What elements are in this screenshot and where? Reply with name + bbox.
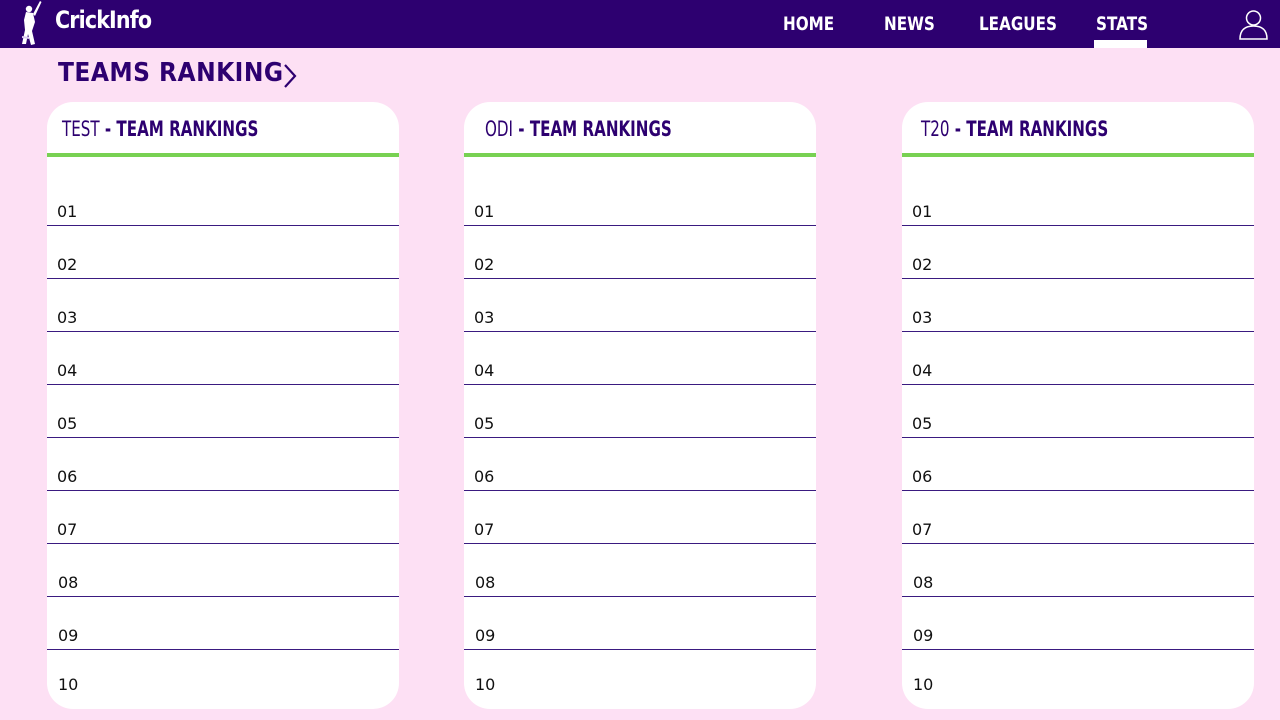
t20-rankings-card: T20 - TEAM RANKINGS 01 02 03 04 05 06 07… bbox=[902, 102, 1254, 709]
rank-row[interactable]: 03 bbox=[47, 279, 399, 332]
batsman-logo-icon[interactable] bbox=[16, 0, 46, 48]
rank-number: 08 bbox=[475, 573, 496, 592]
rank-number: 08 bbox=[913, 573, 934, 592]
rank-row[interactable]: 09 bbox=[902, 597, 1254, 650]
rank-number: 08 bbox=[58, 573, 79, 592]
card-header: TEST - TEAM RANKINGS bbox=[47, 102, 399, 157]
brand-name[interactable]: CrickInfo bbox=[55, 6, 152, 34]
rank-number: 02 bbox=[912, 255, 933, 274]
rank-row[interactable]: 07 bbox=[902, 491, 1254, 544]
section-title-text: TEAMS RANKING bbox=[58, 58, 284, 88]
rank-number: 10 bbox=[475, 675, 496, 694]
rank-row[interactable]: 01 bbox=[464, 202, 816, 226]
rank-number: 01 bbox=[57, 202, 78, 221]
rank-number: 03 bbox=[57, 308, 78, 327]
top-navbar: CrickInfo HOME NEWS LEAGUES STATS bbox=[0, 0, 1280, 48]
rank-row[interactable]: 10 bbox=[902, 650, 1254, 698]
rank-number: 01 bbox=[912, 202, 933, 221]
rank-number: 03 bbox=[474, 308, 495, 327]
rank-number: 07 bbox=[912, 520, 933, 539]
rank-number: 04 bbox=[474, 361, 495, 380]
rank-row[interactable]: 02 bbox=[47, 226, 399, 279]
rank-number: 10 bbox=[58, 675, 79, 694]
rank-row[interactable]: 06 bbox=[464, 438, 816, 491]
card-title: TEST - TEAM RANKINGS bbox=[62, 117, 259, 141]
rank-row[interactable]: 05 bbox=[902, 385, 1254, 438]
rank-row[interactable]: 04 bbox=[47, 332, 399, 385]
rank-number: 04 bbox=[57, 361, 78, 380]
rank-row[interactable]: 04 bbox=[902, 332, 1254, 385]
rank-row[interactable]: 05 bbox=[464, 385, 816, 438]
rank-number: 09 bbox=[58, 626, 79, 645]
rank-number: 04 bbox=[912, 361, 933, 380]
nav-news[interactable]: NEWS bbox=[884, 13, 935, 35]
rank-number: 05 bbox=[474, 414, 495, 433]
user-profile-icon[interactable] bbox=[1238, 8, 1269, 40]
rank-number: 05 bbox=[912, 414, 933, 433]
rank-row[interactable]: 04 bbox=[464, 332, 816, 385]
rank-number: 06 bbox=[57, 467, 78, 486]
card-header: ODI - TEAM RANKINGS bbox=[464, 102, 816, 157]
rank-number: 02 bbox=[474, 255, 495, 274]
rank-row[interactable]: 01 bbox=[47, 202, 399, 226]
nav-stats[interactable]: STATS bbox=[1096, 13, 1148, 35]
rank-row[interactable]: 02 bbox=[464, 226, 816, 279]
rank-row[interactable]: 08 bbox=[464, 544, 816, 597]
rank-row[interactable]: 07 bbox=[464, 491, 816, 544]
rank-number: 09 bbox=[913, 626, 934, 645]
rank-row[interactable]: 09 bbox=[47, 597, 399, 650]
rank-number: 01 bbox=[474, 202, 495, 221]
rank-row[interactable]: 08 bbox=[902, 544, 1254, 597]
card-title: ODI - TEAM RANKINGS bbox=[485, 117, 672, 141]
rank-row[interactable]: 02 bbox=[902, 226, 1254, 279]
rank-row[interactable]: 03 bbox=[464, 279, 816, 332]
rank-number: 09 bbox=[475, 626, 496, 645]
chevron-right-icon[interactable] bbox=[280, 62, 300, 90]
rank-row[interactable]: 07 bbox=[47, 491, 399, 544]
card-header: T20 - TEAM RANKINGS bbox=[902, 102, 1254, 157]
odi-rankings-card: ODI - TEAM RANKINGS 01 02 03 04 05 06 07… bbox=[464, 102, 816, 709]
rank-row[interactable]: 03 bbox=[902, 279, 1254, 332]
rank-row[interactable]: 08 bbox=[47, 544, 399, 597]
rank-number: 10 bbox=[913, 675, 934, 694]
nav-active-indicator bbox=[1094, 40, 1147, 48]
nav-leagues[interactable]: LEAGUES bbox=[979, 13, 1057, 35]
rank-row[interactable]: 10 bbox=[464, 650, 816, 698]
rank-row[interactable]: 06 bbox=[47, 438, 399, 491]
rank-number: 06 bbox=[912, 467, 933, 486]
rank-number: 07 bbox=[57, 520, 78, 539]
rank-number: 06 bbox=[474, 467, 495, 486]
rank-number: 02 bbox=[57, 255, 78, 274]
rank-number: 03 bbox=[912, 308, 933, 327]
rank-row[interactable]: 09 bbox=[464, 597, 816, 650]
section-title[interactable]: TEAMS RANKING bbox=[58, 58, 309, 88]
nav-home[interactable]: HOME bbox=[783, 13, 834, 35]
rank-number: 05 bbox=[57, 414, 78, 433]
test-rankings-card: TEST - TEAM RANKINGS 01 02 03 04 05 06 0… bbox=[47, 102, 399, 709]
card-title: T20 - TEAM RANKINGS bbox=[921, 117, 1109, 141]
rank-number: 07 bbox=[474, 520, 495, 539]
rank-row[interactable]: 01 bbox=[902, 202, 1254, 226]
rank-row[interactable]: 10 bbox=[47, 650, 399, 698]
rank-row[interactable]: 06 bbox=[902, 438, 1254, 491]
rank-row[interactable]: 05 bbox=[47, 385, 399, 438]
